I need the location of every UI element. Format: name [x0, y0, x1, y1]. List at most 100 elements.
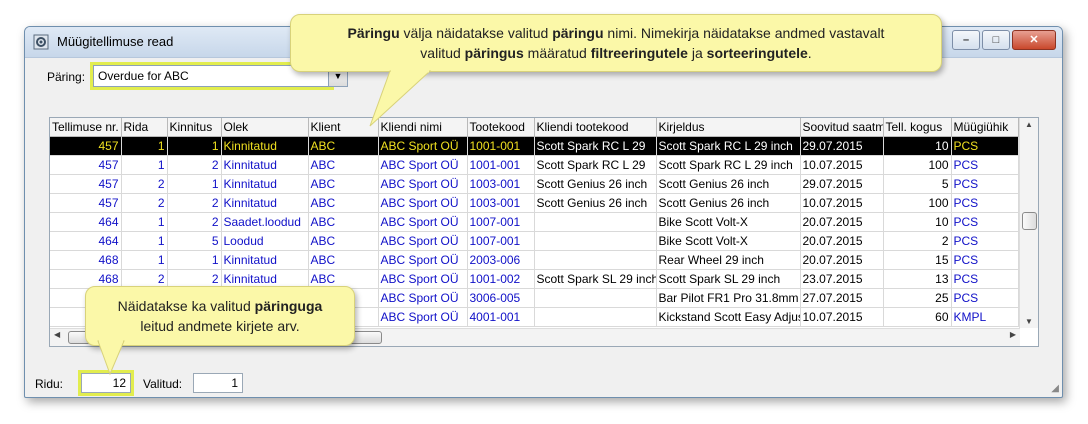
query-callout: Päringu välja näidatakse valitud päringu… — [290, 14, 942, 72]
selected-count-label: Valitud: — [143, 377, 183, 391]
table-cell: 25 — [883, 288, 952, 308]
table-cell: 10.07.2015 — [800, 307, 884, 327]
table-cell — [534, 307, 657, 327]
table-row[interactable]: 457 2 1 Kinnitatud ABC ABC Sport OÜ 1003-001 Sc… — [50, 174, 1019, 194]
maximize-icon: □ — [992, 34, 1000, 46]
column-header[interactable]: Kirjeldus — [656, 118, 801, 137]
table-cell: PCS — [951, 212, 1019, 232]
table-cell: Kickstand Scott Easy Adjust — [656, 307, 801, 327]
table-cell: 10.07.2015 — [800, 193, 884, 213]
resize-grip-icon[interactable]: ◢ — [1051, 383, 1059, 394]
table-cell: 1 — [121, 250, 168, 270]
table-cell: 1007-001 — [467, 212, 535, 232]
column-header[interactable]: Tellimuse nr. — [50, 118, 122, 137]
table-cell: PCS — [951, 250, 1019, 270]
chevron-down-icon: ▼ — [333, 71, 343, 81]
table-cell: ABC — [308, 136, 379, 156]
scroll-down-icon[interactable]: ▼ — [1020, 317, 1038, 326]
table-cell: ABC Sport OÜ — [378, 174, 468, 194]
table-row[interactable]: 457 1 2 Kinnitatud ABC ABC Sport OÜ 1001-001 Sc… — [50, 155, 1019, 175]
table-cell: Scott Genius 26 inch — [656, 193, 801, 213]
table-cell: 468 — [50, 250, 122, 270]
table-cell: 1003-001 — [467, 193, 535, 213]
table-cell: 1007-001 — [467, 231, 535, 251]
table-cell: ABC — [308, 155, 379, 175]
table-cell: 10 — [883, 136, 952, 156]
row-count-callout-line-1: Näidatakse ka valitud päringuga — [117, 298, 323, 314]
close-button[interactable]: ✕ — [1012, 30, 1056, 50]
table-cell: Scott Spark SL 29 inch — [534, 269, 657, 289]
table-cell: 464 — [50, 212, 122, 232]
table-cell: PCS — [951, 193, 1019, 213]
table-cell: 10 — [883, 212, 952, 232]
table-cell — [534, 231, 657, 251]
table-cell: Scott Spark RC L 29 inch — [656, 155, 801, 175]
column-header[interactable]: Tell. kogus — [883, 118, 952, 137]
table-cell: 1 — [121, 231, 168, 251]
table-cell: Saadet.loodud — [221, 212, 309, 232]
table-cell: Kinnitatud — [221, 250, 309, 270]
scroll-up-icon[interactable]: ▲ — [1020, 120, 1038, 129]
query-label: Päring: — [47, 70, 86, 84]
table-cell: 60 — [883, 307, 952, 327]
vertical-scroll-thumb[interactable] — [1022, 212, 1037, 230]
table-cell: PCS — [951, 155, 1019, 175]
table-cell: 20.07.2015 — [800, 231, 884, 251]
status-bar: Ridu: 12 Valitud: 1 ◢ — [25, 367, 1062, 397]
table-cell: ABC — [308, 250, 379, 270]
table-row[interactable]: 457 2 2 Kinnitatud ABC ABC Sport OÜ 1003-001 Sc… — [50, 193, 1019, 213]
table-cell: 29.07.2015 — [800, 174, 884, 194]
table-cell: 2003-006 — [467, 250, 535, 270]
table-cell — [534, 250, 657, 270]
table-cell: Bike Scott Volt-X — [656, 212, 801, 232]
table-cell: 10.07.2015 — [800, 155, 884, 175]
scroll-right-icon[interactable]: ▶ — [1010, 330, 1016, 339]
window-controls: – □ ✕ — [950, 30, 1056, 50]
table-cell: 2 — [883, 231, 952, 251]
table-row[interactable]: 457 1 1 Kinnitatud ABC ABC Sport OÜ 1001-001 Sc… — [50, 136, 1019, 156]
table-row[interactable]: 468 1 1 Kinnitatud ABC ABC Sport OÜ 2003-006 Re… — [50, 250, 1019, 270]
vertical-scrollbar[interactable]: ▲ ▼ — [1019, 118, 1038, 328]
column-header[interactable]: Kinnitus — [167, 118, 222, 137]
table-cell: Bar Pilot FR1 Pro 31.8mm 7 — [656, 288, 801, 308]
row-count-callout-pointer — [97, 340, 125, 376]
scroll-left-icon[interactable]: ◀ — [54, 330, 60, 339]
column-header[interactable]: Tootekood — [467, 118, 535, 137]
table-row[interactable]: 464 1 2 Saadet.loodud ABC ABC Sport OÜ 1007-00… — [50, 212, 1019, 232]
table-cell: ABC — [308, 193, 379, 213]
column-header[interactable]: Soovitud saatmise kp — [800, 118, 884, 137]
table-cell: ABC — [308, 174, 379, 194]
table-cell: 3006-005 — [467, 288, 535, 308]
table-cell: 2 — [167, 212, 222, 232]
table-cell: Scott Spark RC L 29 — [534, 136, 657, 156]
table-cell: PCS — [951, 136, 1019, 156]
table-cell: Scott Spark RC L 29 — [534, 155, 657, 175]
column-header[interactable]: Olek — [221, 118, 309, 137]
table-cell: PCS — [951, 269, 1019, 289]
table-cell: 20.07.2015 — [800, 250, 884, 270]
column-header[interactable]: Rida — [121, 118, 168, 137]
table-row[interactable]: 464 1 5 Loodud ABC ABC Sport OÜ 1007-001 Bike S… — [50, 231, 1019, 251]
table-cell: 1 — [121, 155, 168, 175]
table-cell: ABC — [308, 212, 379, 232]
table-cell: ABC Sport OÜ — [378, 212, 468, 232]
minimize-button[interactable]: – — [952, 30, 980, 50]
maximize-button[interactable]: □ — [982, 30, 1010, 50]
table-cell: ABC Sport OÜ — [378, 307, 468, 327]
window-title: Müügitellimuse read — [57, 34, 174, 49]
column-header[interactable]: Kliendi tootekood — [534, 118, 657, 137]
table-cell: 2 — [167, 155, 222, 175]
row-count-callout-line-2: leitud andmete kirjete arv. — [140, 318, 300, 334]
table-cell: Kinnitatud — [221, 174, 309, 194]
table-cell: 100 — [883, 193, 952, 213]
table-cell — [534, 212, 657, 232]
table-cell: 1001-001 — [467, 155, 535, 175]
table-cell: ABC Sport OÜ — [378, 231, 468, 251]
table-cell: 5 — [883, 174, 952, 194]
table-cell: Scott Genius 26 inch — [656, 174, 801, 194]
table-cell: 20.07.2015 — [800, 212, 884, 232]
rows-count-label: Ridu: — [35, 377, 64, 391]
column-header[interactable]: Müügiühik — [951, 118, 1019, 137]
row-count-callout: Näidatakse ka valitud päringuga leitud a… — [85, 286, 355, 346]
table-cell: 1 — [121, 212, 168, 232]
